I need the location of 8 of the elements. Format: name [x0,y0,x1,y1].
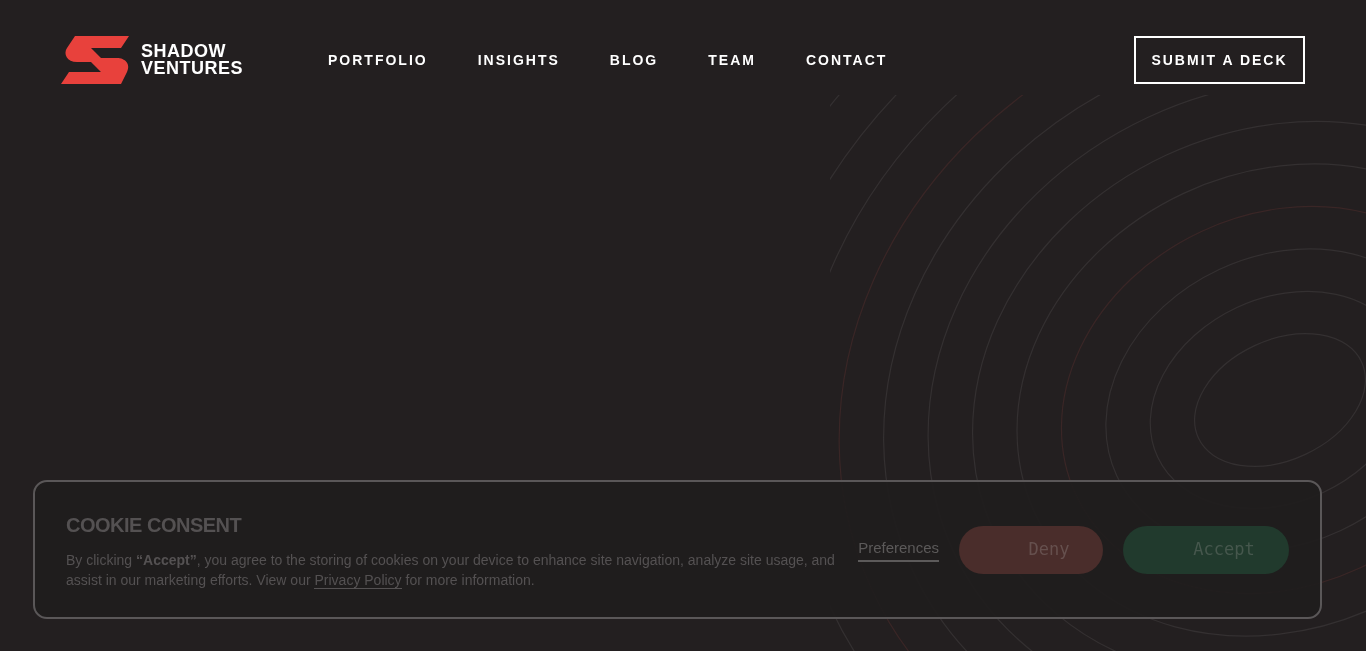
nav-link[interactable]: BLOG [609,49,659,71]
nav-link[interactable]: TEAM [708,49,756,71]
submit-deck-button[interactable]: SUBMIT A DECK [1134,36,1305,84]
nav-link[interactable]: PORTFOLIO [328,49,428,71]
nav-link[interactable]: CONTACT [805,49,888,71]
logo-wordmark[interactable]: SHADOW VENTURES [141,43,243,77]
nav-link[interactable]: INSIGHTS [477,49,560,71]
logo-icon [61,36,131,84]
